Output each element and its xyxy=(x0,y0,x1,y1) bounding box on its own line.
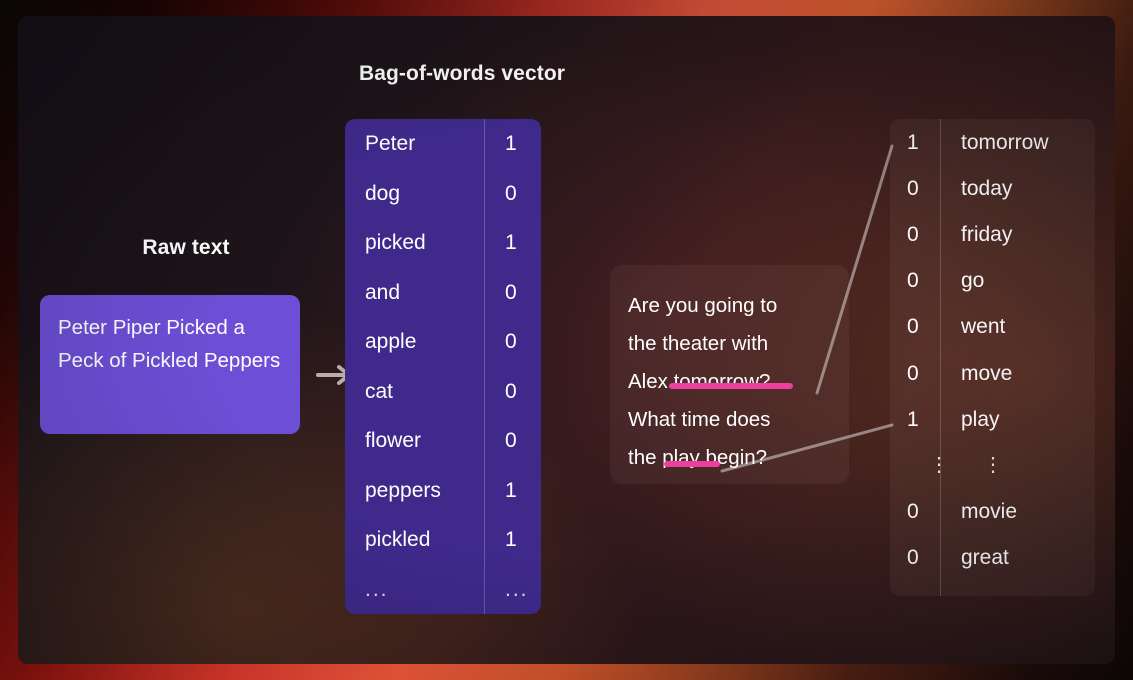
raw-text-title: Raw text xyxy=(142,236,230,259)
table-cell: Peter xyxy=(365,132,416,156)
vocab-word-column: tomorrow today friday go went move play … xyxy=(941,119,1095,596)
bag-of-words-table: Peter dog picked and apple cat flower pe… xyxy=(345,119,541,614)
table-cell: friday xyxy=(961,222,1013,246)
table-cell-ellipsis: ... xyxy=(505,577,529,601)
sentence-line: the play begin? xyxy=(628,446,768,469)
table-cell: peppers xyxy=(365,478,441,502)
sentence-line: the theater with xyxy=(628,332,769,355)
table-cell: went xyxy=(961,315,1006,339)
table-cell: 1 xyxy=(505,132,517,156)
table-cell: 1 xyxy=(505,231,517,255)
vocabulary-vector-table: 1 0 0 0 0 0 1 ⋮ 0 0 tomorrow today frida… xyxy=(890,119,1095,596)
bag-of-words-title: Bag-of-words vector xyxy=(358,62,566,85)
table-cell: play xyxy=(961,407,1000,431)
table-cell: and xyxy=(365,280,401,304)
sentence-line: What time does xyxy=(628,408,771,431)
table-cell-ellipsis: ... xyxy=(365,577,389,601)
table-cell: 0 xyxy=(907,546,919,570)
table-cell: 1 xyxy=(907,407,919,431)
table-cell: 0 xyxy=(907,176,919,200)
table-cell: 1 xyxy=(907,130,919,154)
table-cell: 0 xyxy=(907,361,919,385)
table-cell: picked xyxy=(365,231,426,255)
table-cell-ellipsis: ⋮ xyxy=(983,454,1003,477)
table-cell: today xyxy=(961,176,1013,200)
raw-text-card: Peter Piper Picked a Peck of Pickled Pep… xyxy=(40,295,300,434)
slide-frame-background: Bag-of-words vector Raw text Peter Piper… xyxy=(0,0,1133,680)
table-cell: 0 xyxy=(907,315,919,339)
example-sentence-card: Are you going to the theater with Alex t… xyxy=(610,265,849,484)
table-cell: tomorrow xyxy=(961,130,1049,154)
table-cell: cat xyxy=(365,379,394,403)
table-cell: 0 xyxy=(505,330,517,354)
table-cell: 0 xyxy=(505,181,517,205)
highlight-underline-tomorrow xyxy=(669,383,793,389)
table-cell: 0 xyxy=(907,269,919,293)
table-cell: 0 xyxy=(505,379,517,403)
table-cell: movie xyxy=(961,500,1018,524)
table-cell: dog xyxy=(365,181,401,205)
slide-canvas: Bag-of-words vector Raw text Peter Piper… xyxy=(18,16,1115,664)
table-cell: apple xyxy=(365,330,417,354)
table-cell: great xyxy=(961,546,1009,570)
bow-word-column: Peter dog picked and apple cat flower pe… xyxy=(345,119,484,614)
sentence-line: Alex tomorrow? xyxy=(628,370,771,393)
table-cell: 1 xyxy=(505,478,517,502)
table-cell: 1 xyxy=(505,528,517,552)
highlight-underline-play xyxy=(664,461,720,467)
table-cell: 0 xyxy=(907,222,919,246)
table-cell: 0 xyxy=(907,500,919,524)
table-cell: pickled xyxy=(365,528,431,552)
bow-value-column: 1 0 1 0 0 0 0 1 1 ... xyxy=(485,119,541,614)
table-cell: 0 xyxy=(505,280,517,304)
vocab-value-column: 1 0 0 0 0 0 1 ⋮ 0 0 xyxy=(890,119,949,596)
table-cell: go xyxy=(961,269,985,293)
table-cell: flower xyxy=(365,429,422,453)
table-cell: move xyxy=(961,361,1013,385)
table-cell-ellipsis: ⋮ xyxy=(929,454,949,477)
table-cell: 0 xyxy=(505,429,517,453)
sentence-line: Are you going to xyxy=(628,294,778,317)
